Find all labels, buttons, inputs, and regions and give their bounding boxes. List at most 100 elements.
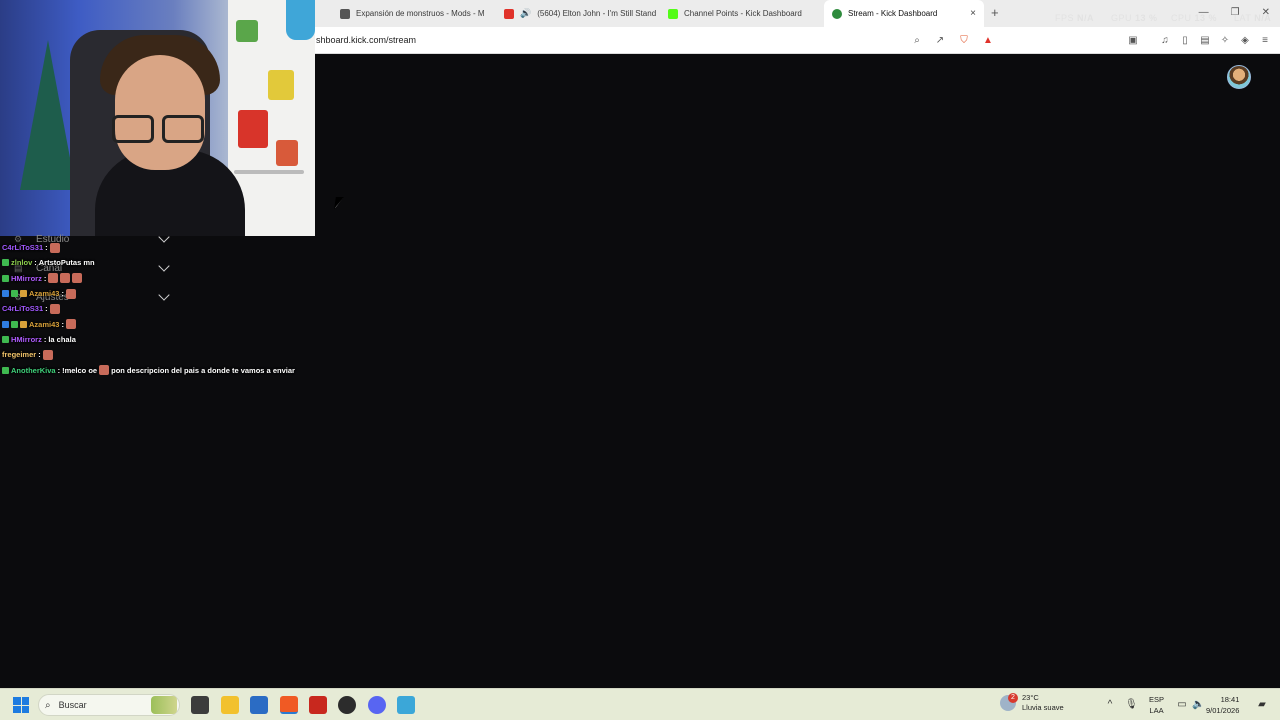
wallet-icon[interactable]: ▤ (1198, 33, 1212, 47)
chevron-up-icon[interactable]: ^ (1104, 699, 1116, 711)
chat-badge-icon (20, 290, 27, 298)
search-highlight-image (151, 696, 177, 714)
chat-badge-icon (2, 366, 9, 374)
chat-emote-icon (99, 365, 110, 376)
chat-username[interactable]: zlnlov (11, 258, 32, 267)
youtube-icon (504, 8, 514, 19)
media-icon[interactable]: ♫ (1158, 33, 1172, 47)
chat-message: HMirrorz: (2, 271, 314, 286)
weather-temp: 23°C (1022, 693, 1039, 702)
figure-image (286, 0, 315, 40)
leo-ai-icon[interactable]: ✧ (1218, 33, 1232, 47)
discord-icon[interactable] (368, 696, 386, 714)
search-input[interactable]: Buscar (59, 700, 87, 710)
chat-badge-icon (2, 320, 9, 328)
microphone-icon[interactable]: 🎙 (1125, 699, 1138, 711)
brave-browser-icon[interactable] (280, 696, 298, 714)
chat-separator: : (61, 319, 64, 329)
taskbar-search[interactable]: ⌕ Buscar (38, 694, 180, 716)
chat-badge-icon (11, 290, 18, 298)
webcam-overlay (0, 0, 315, 236)
tab-stream-dashboard[interactable]: Stream - Kick Dashboard × (824, 0, 984, 27)
chat-badge-icon (11, 320, 18, 328)
notification-icon[interactable]: ▰ (1256, 699, 1268, 711)
zoom-icon[interactable]: ⌕ (910, 33, 924, 47)
sidebar-icon[interactable]: ▯ (1178, 33, 1192, 47)
network-icon[interactable]: ▭ (1176, 699, 1188, 711)
chat-emote-icon (72, 273, 83, 284)
file-explorer-icon[interactable] (221, 696, 239, 714)
close-tab-icon[interactable]: × (970, 8, 976, 19)
obs-icon[interactable] (338, 696, 356, 714)
tab-youtube-elton-john[interactable]: 🔊 (5604) Elton John - I'm Still Standi (496, 0, 656, 27)
chat-text: pon descripcion del pais a donde te vamo… (111, 365, 295, 375)
chat-emote-icon (60, 273, 71, 284)
chat-badge-icon (2, 274, 9, 282)
tab-label: Channel Points - Kick Dashboard (684, 9, 802, 18)
chat-message: C4rLiToS31: (2, 301, 314, 316)
system-clock[interactable]: 18:41 9/01/2026 (1206, 694, 1239, 716)
tab-monster-expansion[interactable]: Expansión de monstruos - Mods - M (332, 0, 492, 27)
mouse-cursor-icon (335, 198, 343, 208)
minimize-icon[interactable]: — (1199, 7, 1209, 18)
chat-username[interactable]: HMirrorz (11, 274, 42, 283)
avatar[interactable] (1227, 65, 1251, 89)
speaker-icon[interactable]: 🔊 (520, 8, 531, 19)
chat-emote-icon (49, 303, 60, 314)
volume-icon[interactable]: 🔈 (1192, 699, 1204, 711)
chat-separator: : (43, 273, 47, 283)
weather-widget[interactable]: 2 23°C Lluvia suave (1000, 693, 1064, 713)
taskbar: ⌕ Buscar 2 23°C Lluvia suave ^ 🎙 ESP LAA… (0, 688, 1280, 720)
notepad-icon[interactable] (397, 696, 415, 714)
new-tab-button[interactable]: + (991, 5, 999, 20)
tab-label: Expansión de monstruos - Mods - M (356, 9, 485, 18)
url-field[interactable]: shboard.kick.com/stream (316, 35, 416, 45)
brave-rewards-icon[interactable]: ▲ (981, 33, 995, 47)
language-indicator[interactable]: ESP LAA (1149, 694, 1164, 716)
chat-message: AnotherKiva: !melco oe pon descripcion del… (2, 362, 314, 377)
screen: Expansión de monstruos - Mods - M 🔊 (560… (0, 0, 1280, 720)
task-view-icon[interactable] (191, 696, 209, 714)
chat-separator: : (57, 365, 61, 375)
curseforge-icon (340, 8, 350, 19)
chat-username[interactable]: Azami43 (29, 289, 59, 298)
christmas-tree-image (20, 40, 76, 190)
fps-readout: FPS N/A (1055, 13, 1095, 23)
chat-emote-icon (49, 242, 60, 253)
kick-icon (668, 8, 678, 19)
vpn-icon[interactable]: ◈ (1238, 33, 1252, 47)
chat-emote-icon (42, 349, 53, 360)
tab-search-icon[interactable]: ▣ (1126, 33, 1140, 47)
chat-text: la chala (48, 334, 76, 344)
chat-separator: : (45, 304, 48, 314)
chat-username[interactable]: C4rLiToS31 (2, 304, 43, 313)
chat-username[interactable]: Azami43 (29, 320, 59, 329)
chat-username[interactable]: HMirrorz (11, 335, 42, 344)
store-icon[interactable] (250, 696, 268, 714)
chat-message: zlnlov: ArtstoPutas mn (2, 255, 314, 270)
tab-channel-points[interactable]: Channel Points - Kick Dashboard (660, 0, 820, 27)
chat-separator: : (45, 243, 48, 253)
chat-badge-icon (20, 320, 27, 328)
chat-separator: : (38, 350, 41, 360)
search-icon: ⌕ (45, 699, 51, 711)
chat-username[interactable]: C4rLiToS31 (2, 243, 43, 252)
maximize-icon[interactable]: ❐ (1231, 7, 1240, 18)
windows-start-icon[interactable] (13, 697, 29, 713)
chat-message: C4rLiToS31: (2, 240, 314, 255)
chat-username[interactable]: fregeimer (2, 350, 36, 359)
chat-username[interactable]: AnotherKiva (11, 366, 56, 375)
streaming-app-icon[interactable] (309, 696, 327, 714)
chat-message: Azami43: (2, 316, 314, 331)
brave-shield-icon[interactable]: ⛉ (957, 33, 971, 47)
chat-overlay: C4rLiToS31: zlnlov: ArtstoPutas mn HMirrorz… (2, 240, 314, 378)
tab-label: Stream - Kick Dashboard (848, 9, 938, 18)
gpu-readout: GPU 13 % (1111, 13, 1158, 23)
chat-badge-icon (2, 259, 9, 267)
chat-separator: : (61, 289, 64, 299)
menu-icon[interactable]: ≡ (1258, 33, 1272, 47)
weather-alert-badge: 2 (1008, 693, 1018, 703)
chat-separator: : (43, 334, 47, 344)
close-window-icon[interactable]: ✕ (1262, 7, 1270, 18)
share-icon[interactable]: ↗ (933, 33, 947, 47)
